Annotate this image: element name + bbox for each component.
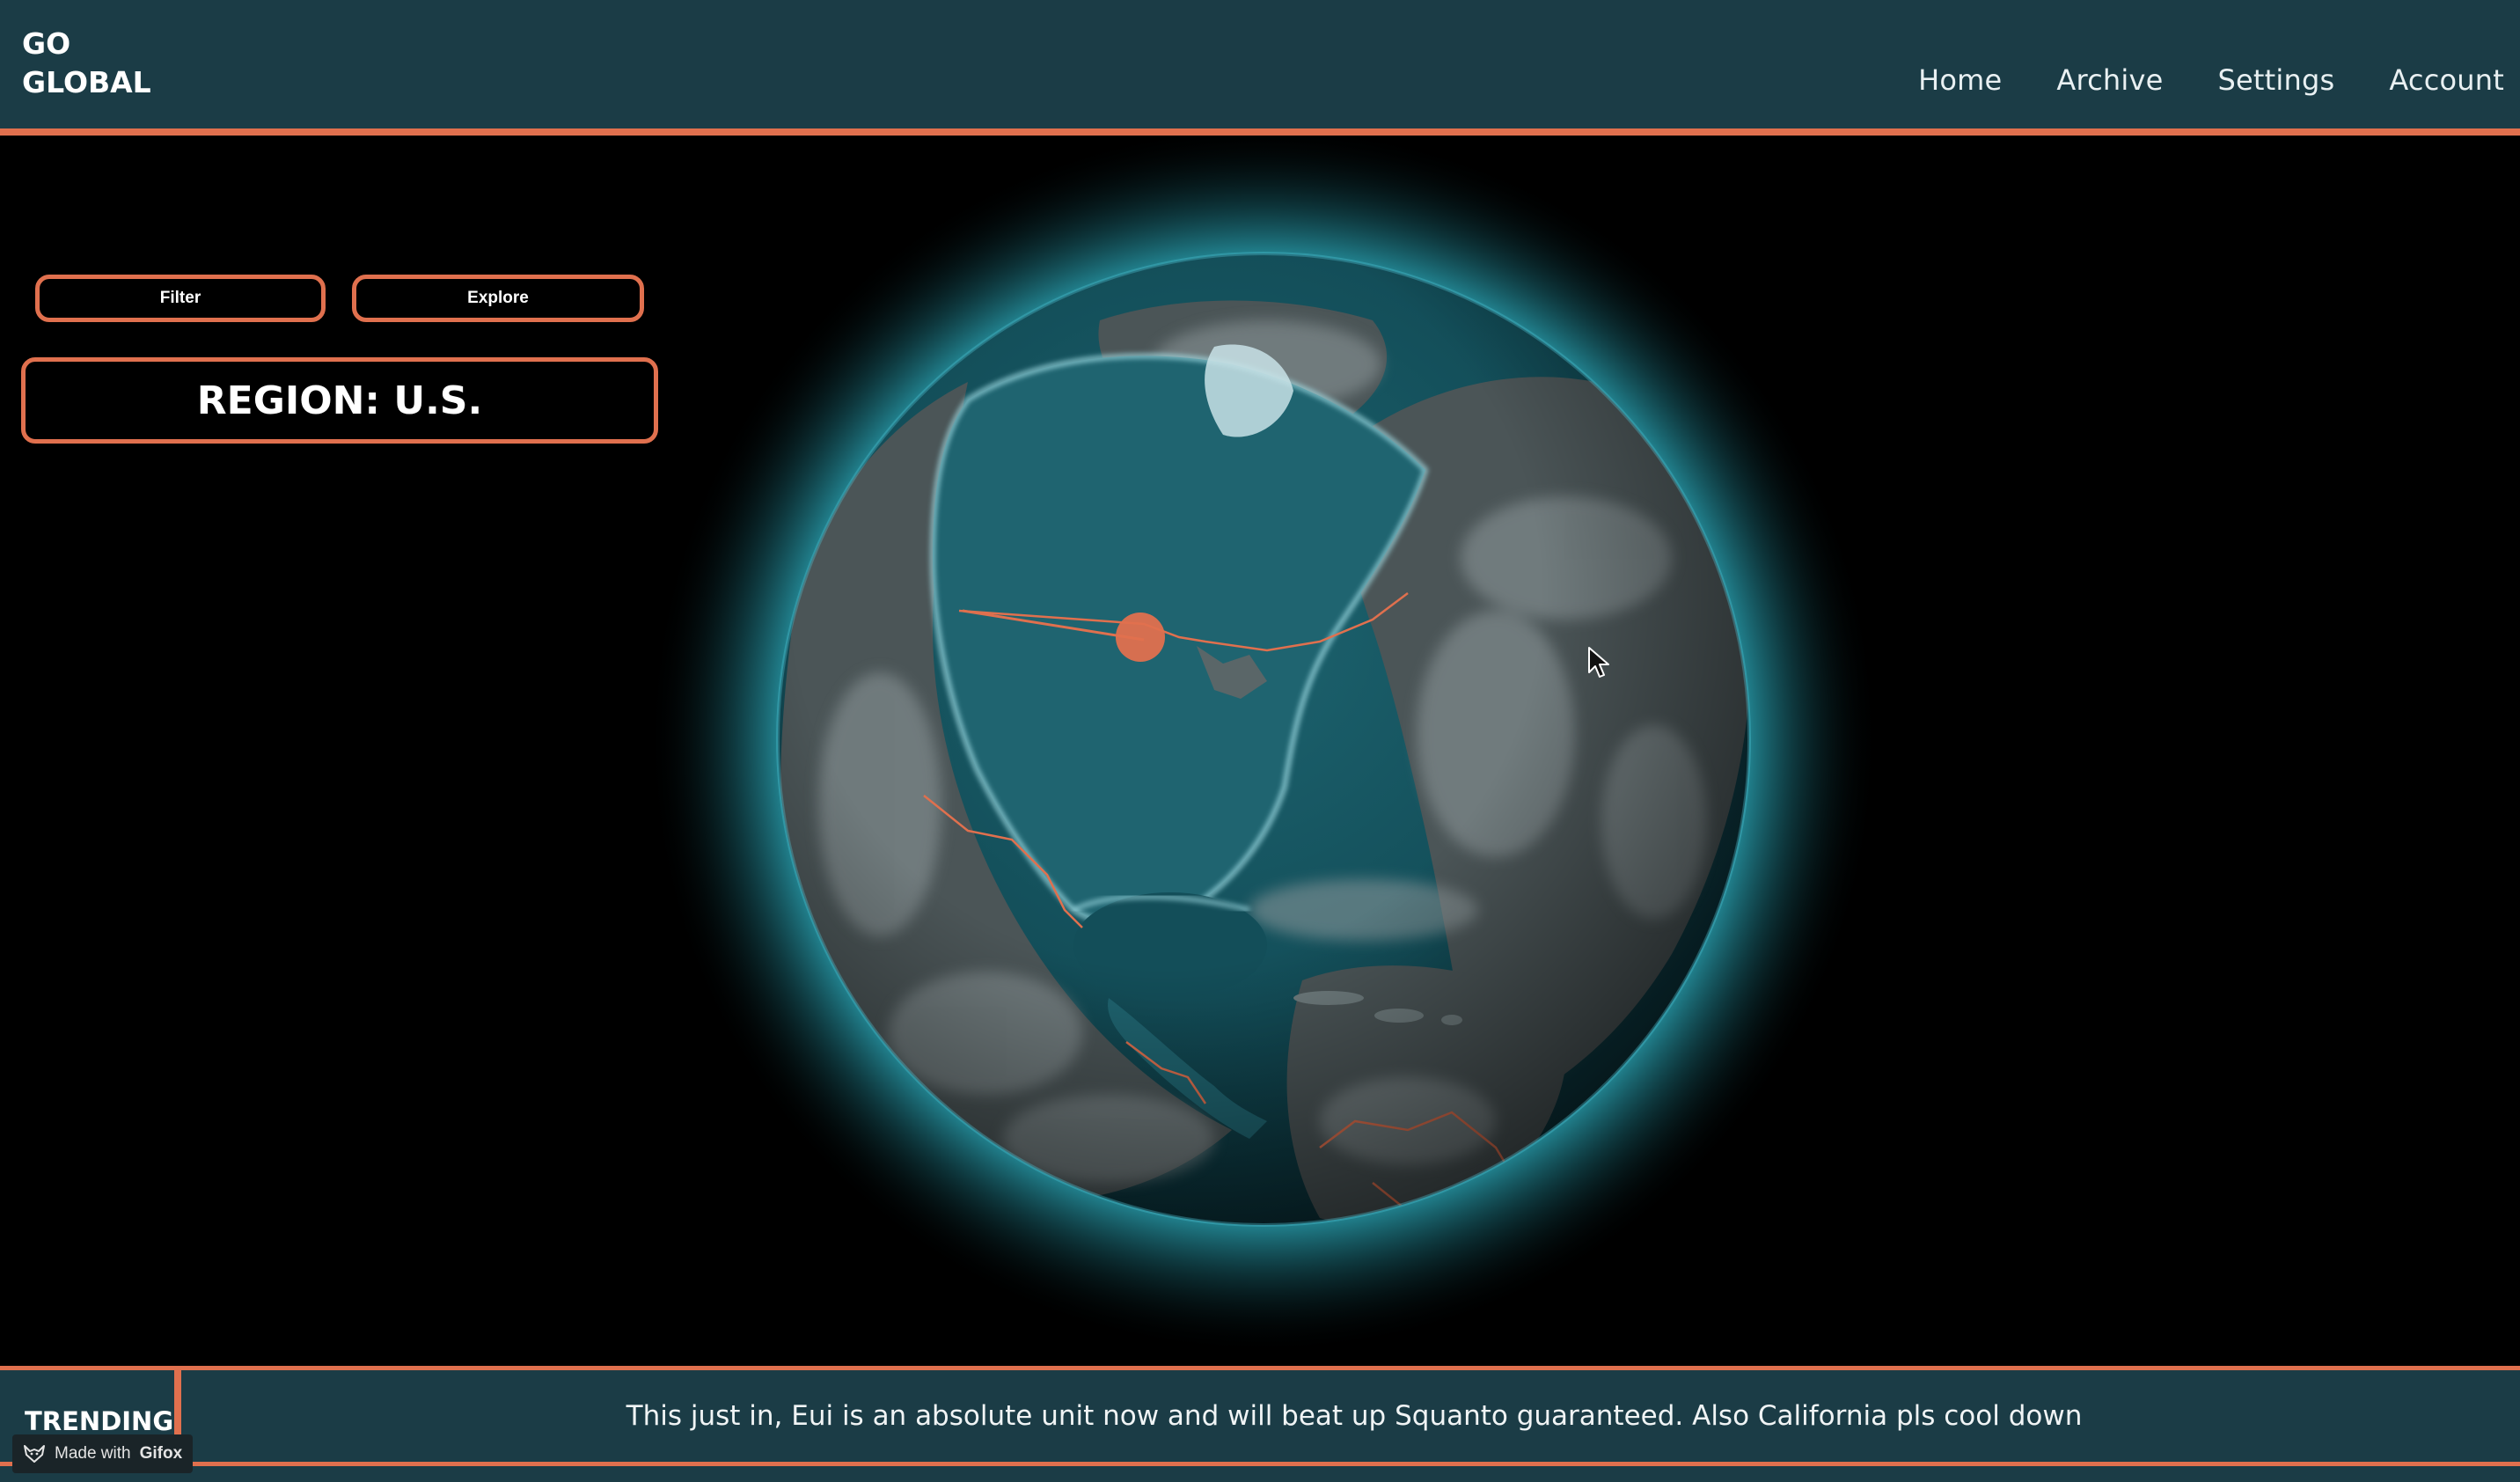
explore-button[interactable]: Explore (352, 275, 644, 322)
nav-account-link[interactable]: Account (2389, 63, 2504, 97)
nav-settings-link[interactable]: Settings (2218, 63, 2335, 97)
top-navbar: GO GLOBAL Home Archive Settings Account (0, 0, 2520, 136)
main-nav: Home Archive Settings Account (1918, 63, 2504, 97)
bottom-strip (0, 1466, 2520, 1482)
watermark-brand: Gifox (139, 1444, 183, 1463)
region-indicator: REGION: U.S. (21, 357, 658, 444)
filter-button[interactable]: Filter (35, 275, 326, 322)
site-logo[interactable]: GO GLOBAL (22, 25, 198, 102)
nav-home-link[interactable]: Home (1918, 63, 2002, 97)
gifox-watermark: Made with Gifox (12, 1434, 194, 1473)
trending-bar: TRENDING This just in, Eui is an absolut… (0, 1366, 2520, 1466)
mouse-pointer-icon (1588, 647, 1609, 678)
globe-viewport: Filter Explore REGION: U.S. (0, 136, 2520, 1368)
nav-archive-link[interactable]: Archive (2056, 63, 2163, 97)
watermark-prefix: Made with (55, 1444, 131, 1463)
globe-shading (778, 253, 1749, 1225)
fox-icon (24, 1445, 45, 1463)
trending-ticker-text[interactable]: This just in, Eui is an absolute unit no… (188, 1370, 2520, 1462)
